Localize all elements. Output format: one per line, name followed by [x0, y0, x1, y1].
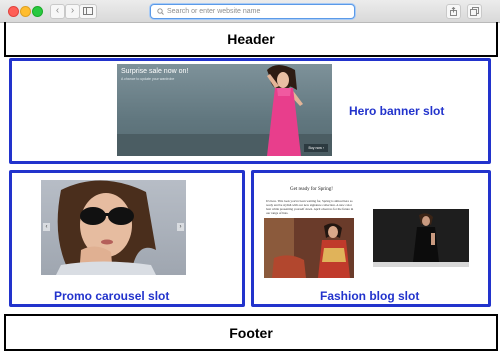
- header-label: Header: [227, 30, 275, 47]
- sunglasses-model-illustration: [56, 180, 156, 275]
- sidebar-icon: [83, 7, 93, 15]
- fashion-blog-slot: Get ready for Spring! It's here. This lo…: [251, 170, 491, 307]
- blog-video-player[interactable]: [373, 209, 469, 267]
- tabs-overview-button[interactable]: [467, 4, 482, 19]
- sidebar-toggle-button[interactable]: [79, 4, 97, 19]
- blog-article-title: Get ready for Spring!: [290, 187, 333, 192]
- page-header: Header: [4, 22, 498, 57]
- hero-slot-label: Hero banner slot: [349, 104, 445, 118]
- chevron-right-icon: ›: [179, 224, 182, 230]
- carousel-prev-button[interactable]: ‹: [43, 223, 50, 231]
- share-button[interactable]: [446, 4, 461, 19]
- hero-banner-subtitle: A chance to update your wardrobe: [121, 77, 175, 81]
- blog-article[interactable]: Get ready for Spring! It's here. This lo…: [264, 183, 359, 278]
- chevron-left-icon: ‹: [55, 5, 60, 16]
- promo-slot-label: Promo carousel slot: [54, 289, 170, 303]
- minimize-window-button[interactable]: [20, 6, 31, 17]
- hero-banner-image[interactable]: Surprise sale now on! A chance to update…: [117, 64, 332, 156]
- promo-carousel-image[interactable]: ‹ ›: [41, 180, 186, 275]
- boho-model-illustration: [264, 218, 354, 278]
- video-progress-bar[interactable]: [373, 262, 469, 267]
- browser-toolbar: ‹ › Search or enter website name: [0, 0, 500, 23]
- close-window-button[interactable]: [8, 6, 19, 17]
- hero-banner-slot: Surprise sale now on! A chance to update…: [9, 58, 491, 164]
- zoom-window-button[interactable]: [32, 6, 43, 17]
- blog-article-body: It's here. This look you've been waiting…: [266, 199, 354, 215]
- page-footer: Footer: [4, 314, 498, 351]
- address-placeholder: Search or enter website name: [167, 8, 261, 15]
- chevron-left-icon: ‹: [45, 224, 48, 230]
- buy-now-button[interactable]: Buy now ›: [304, 144, 328, 152]
- chevron-right-icon: ›: [70, 5, 75, 16]
- video-model-illustration: [373, 209, 469, 262]
- address-bar[interactable]: Search or enter website name: [150, 4, 355, 19]
- back-button[interactable]: ‹: [50, 4, 65, 19]
- blog-slot-label: Fashion blog slot: [320, 289, 420, 303]
- footer-label: Footer: [229, 324, 273, 341]
- hero-banner-title: Surprise sale now on!: [121, 68, 189, 75]
- tabs-icon: [470, 7, 479, 16]
- blog-article-photo: [264, 218, 354, 278]
- carousel-next-button[interactable]: ›: [177, 223, 184, 231]
- forward-button[interactable]: ›: [65, 4, 80, 19]
- share-icon: [450, 7, 457, 16]
- promo-carousel-slot: ‹ › Promo carousel slot: [9, 170, 245, 307]
- search-icon: [157, 8, 164, 15]
